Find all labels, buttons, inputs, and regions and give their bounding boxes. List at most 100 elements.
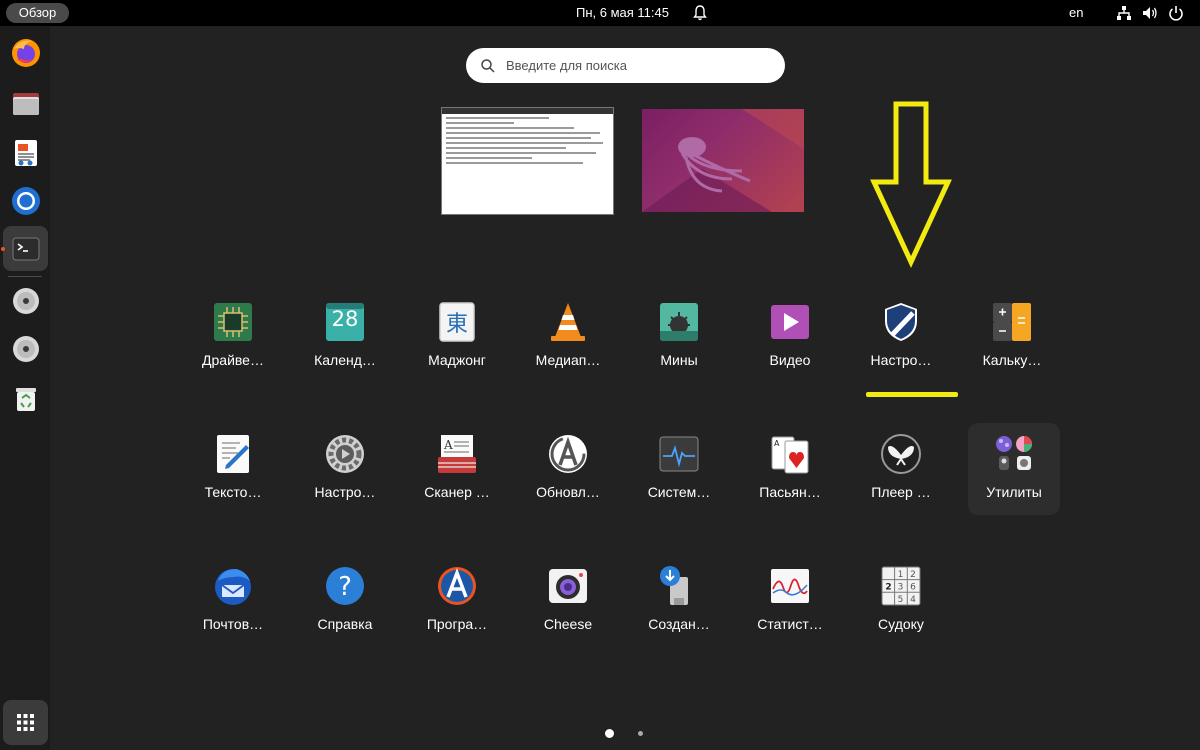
sudoku-grid-icon: 1 2 2 3 6 5 4 bbox=[881, 566, 921, 606]
svg-text:2: 2 bbox=[910, 570, 916, 580]
terminal-text-line bbox=[446, 152, 597, 154]
app-label: Утилиты bbox=[986, 484, 1042, 500]
app-mines[interactable]: Мины bbox=[633, 291, 725, 383]
power-icon[interactable] bbox=[1168, 5, 1184, 21]
top-bar: Обзор Пн, 6 мая 11:45 en bbox=[0, 0, 1200, 26]
overview-button[interactable]: Обзор bbox=[6, 3, 69, 23]
svg-text:A: A bbox=[443, 438, 453, 452]
svg-text:2: 2 bbox=[885, 583, 891, 593]
dock bbox=[0, 26, 50, 750]
files-icon bbox=[12, 92, 39, 115]
app-system-monitor[interactable]: Систем… bbox=[633, 423, 725, 515]
app-settings-firewall[interactable]: Настро… bbox=[855, 291, 947, 383]
search-placeholder: Введите для поиска bbox=[506, 58, 627, 73]
terminal-text-line bbox=[446, 137, 592, 139]
dock-separator bbox=[8, 276, 42, 277]
text-editor-icon bbox=[14, 139, 37, 166]
updater-icon bbox=[549, 435, 587, 473]
disc-icon bbox=[12, 335, 39, 362]
terminal-text-line bbox=[446, 122, 515, 124]
bell-icon[interactable] bbox=[693, 5, 707, 21]
app-solitaire[interactable]: A Пасьян… bbox=[744, 423, 836, 515]
app-label: Плеер … bbox=[871, 484, 931, 500]
app-music-player[interactable]: Плеер … bbox=[855, 423, 947, 515]
dock-text-editor[interactable] bbox=[3, 130, 48, 175]
mines-icon bbox=[660, 303, 698, 341]
terminal-text-line bbox=[446, 142, 604, 144]
workspace-thumbnail-2[interactable] bbox=[642, 109, 804, 212]
terminal-text-line bbox=[446, 162, 583, 164]
svg-text:?: ? bbox=[338, 572, 352, 602]
page-indicator[interactable] bbox=[638, 731, 643, 736]
app-label: Драйве… bbox=[202, 352, 264, 368]
app-media-player[interactable]: Медиап… bbox=[522, 291, 614, 383]
volume-icon[interactable] bbox=[1142, 5, 1158, 21]
scanner-icon: A bbox=[438, 435, 476, 473]
running-indicator bbox=[1, 247, 5, 251]
app-drivers[interactable]: Драйве… bbox=[187, 291, 279, 383]
terminal-text-line bbox=[446, 147, 566, 149]
app-sudoku[interactable]: 1 2 2 3 6 5 4 Судоку bbox=[855, 555, 947, 647]
dock-files[interactable] bbox=[3, 80, 48, 125]
app-help[interactable]: ? Справка bbox=[299, 555, 391, 647]
app-cheese[interactable]: Cheese bbox=[522, 555, 614, 647]
svg-text:6: 6 bbox=[910, 583, 916, 593]
app-mail[interactable]: Почтов… bbox=[187, 555, 279, 647]
app-label: Почтов… bbox=[202, 616, 264, 632]
calculator-icon bbox=[993, 303, 1031, 341]
app-label: Систем… bbox=[647, 484, 711, 500]
app-scanner[interactable]: A Сканер … bbox=[411, 423, 503, 515]
app-label: Сканер … bbox=[424, 484, 490, 500]
system-monitor-icon bbox=[659, 436, 699, 472]
app-settings[interactable]: Настро… bbox=[299, 423, 391, 515]
mahjong-glyph: 東 bbox=[445, 312, 468, 337]
disc-icon bbox=[12, 287, 39, 314]
app-label: Справка bbox=[317, 616, 373, 632]
thunderbird-icon bbox=[215, 569, 251, 605]
app-statistics[interactable]: Статист… bbox=[744, 555, 836, 647]
app-calendar[interactable]: 28 Календ… bbox=[299, 291, 391, 383]
app-startup-disk-creator[interactable]: Создан… bbox=[633, 555, 725, 647]
folder-utilities[interactable]: Утилиты bbox=[968, 423, 1060, 515]
app-video[interactable]: Видео bbox=[744, 291, 836, 383]
network-icon[interactable] bbox=[1116, 5, 1132, 21]
dock-trash[interactable] bbox=[3, 376, 48, 421]
search-field[interactable]: Введите для поиска bbox=[466, 48, 785, 83]
dock-firefox[interactable] bbox=[3, 30, 48, 75]
terminal-text-line bbox=[446, 117, 549, 119]
dock-disc-1[interactable] bbox=[3, 278, 48, 323]
chromium-icon bbox=[11, 186, 40, 215]
firefox-icon bbox=[11, 38, 40, 67]
app-label: Маджонг bbox=[428, 352, 486, 368]
app-label: Настро… bbox=[314, 484, 376, 500]
app-software-updater[interactable]: Обновл… bbox=[522, 423, 614, 515]
utilities-folder-icon bbox=[996, 436, 1032, 470]
annotation-arrow bbox=[870, 101, 952, 268]
app-label: Програ… bbox=[426, 616, 488, 632]
dock-disc-2[interactable] bbox=[3, 326, 48, 371]
dock-chromium[interactable] bbox=[3, 178, 48, 223]
clock[interactable]: Пн, 6 мая 11:45 bbox=[576, 0, 669, 26]
trash-icon bbox=[15, 387, 36, 411]
app-label: Кальку… bbox=[982, 352, 1042, 368]
calendar-day: 28 bbox=[331, 307, 359, 331]
software-store-icon bbox=[438, 567, 476, 605]
app-calculator[interactable]: Кальку… bbox=[966, 291, 1058, 383]
jellyfish-wallpaper bbox=[642, 109, 804, 212]
app-mahjong[interactable]: 東 Маджонг bbox=[411, 291, 503, 383]
svg-text:5: 5 bbox=[898, 595, 904, 605]
dock-terminal[interactable] bbox=[3, 226, 48, 271]
show-apps-button[interactable] bbox=[3, 700, 48, 745]
app-label: Cheese bbox=[543, 616, 593, 632]
shield-icon bbox=[885, 303, 917, 341]
app-text-editor[interactable]: Тексто… bbox=[187, 423, 279, 515]
input-language[interactable]: en bbox=[1069, 0, 1083, 26]
app-label: Настро… bbox=[870, 352, 932, 368]
app-software[interactable]: Програ… bbox=[411, 555, 503, 647]
page-indicator-current[interactable] bbox=[605, 729, 614, 738]
app-label: Медиап… bbox=[535, 352, 601, 368]
help-icon: ? bbox=[326, 567, 364, 605]
gear-icon bbox=[326, 435, 364, 473]
workspace-thumbnail-1[interactable] bbox=[441, 107, 614, 215]
terminal-window-titlebar bbox=[442, 108, 613, 114]
